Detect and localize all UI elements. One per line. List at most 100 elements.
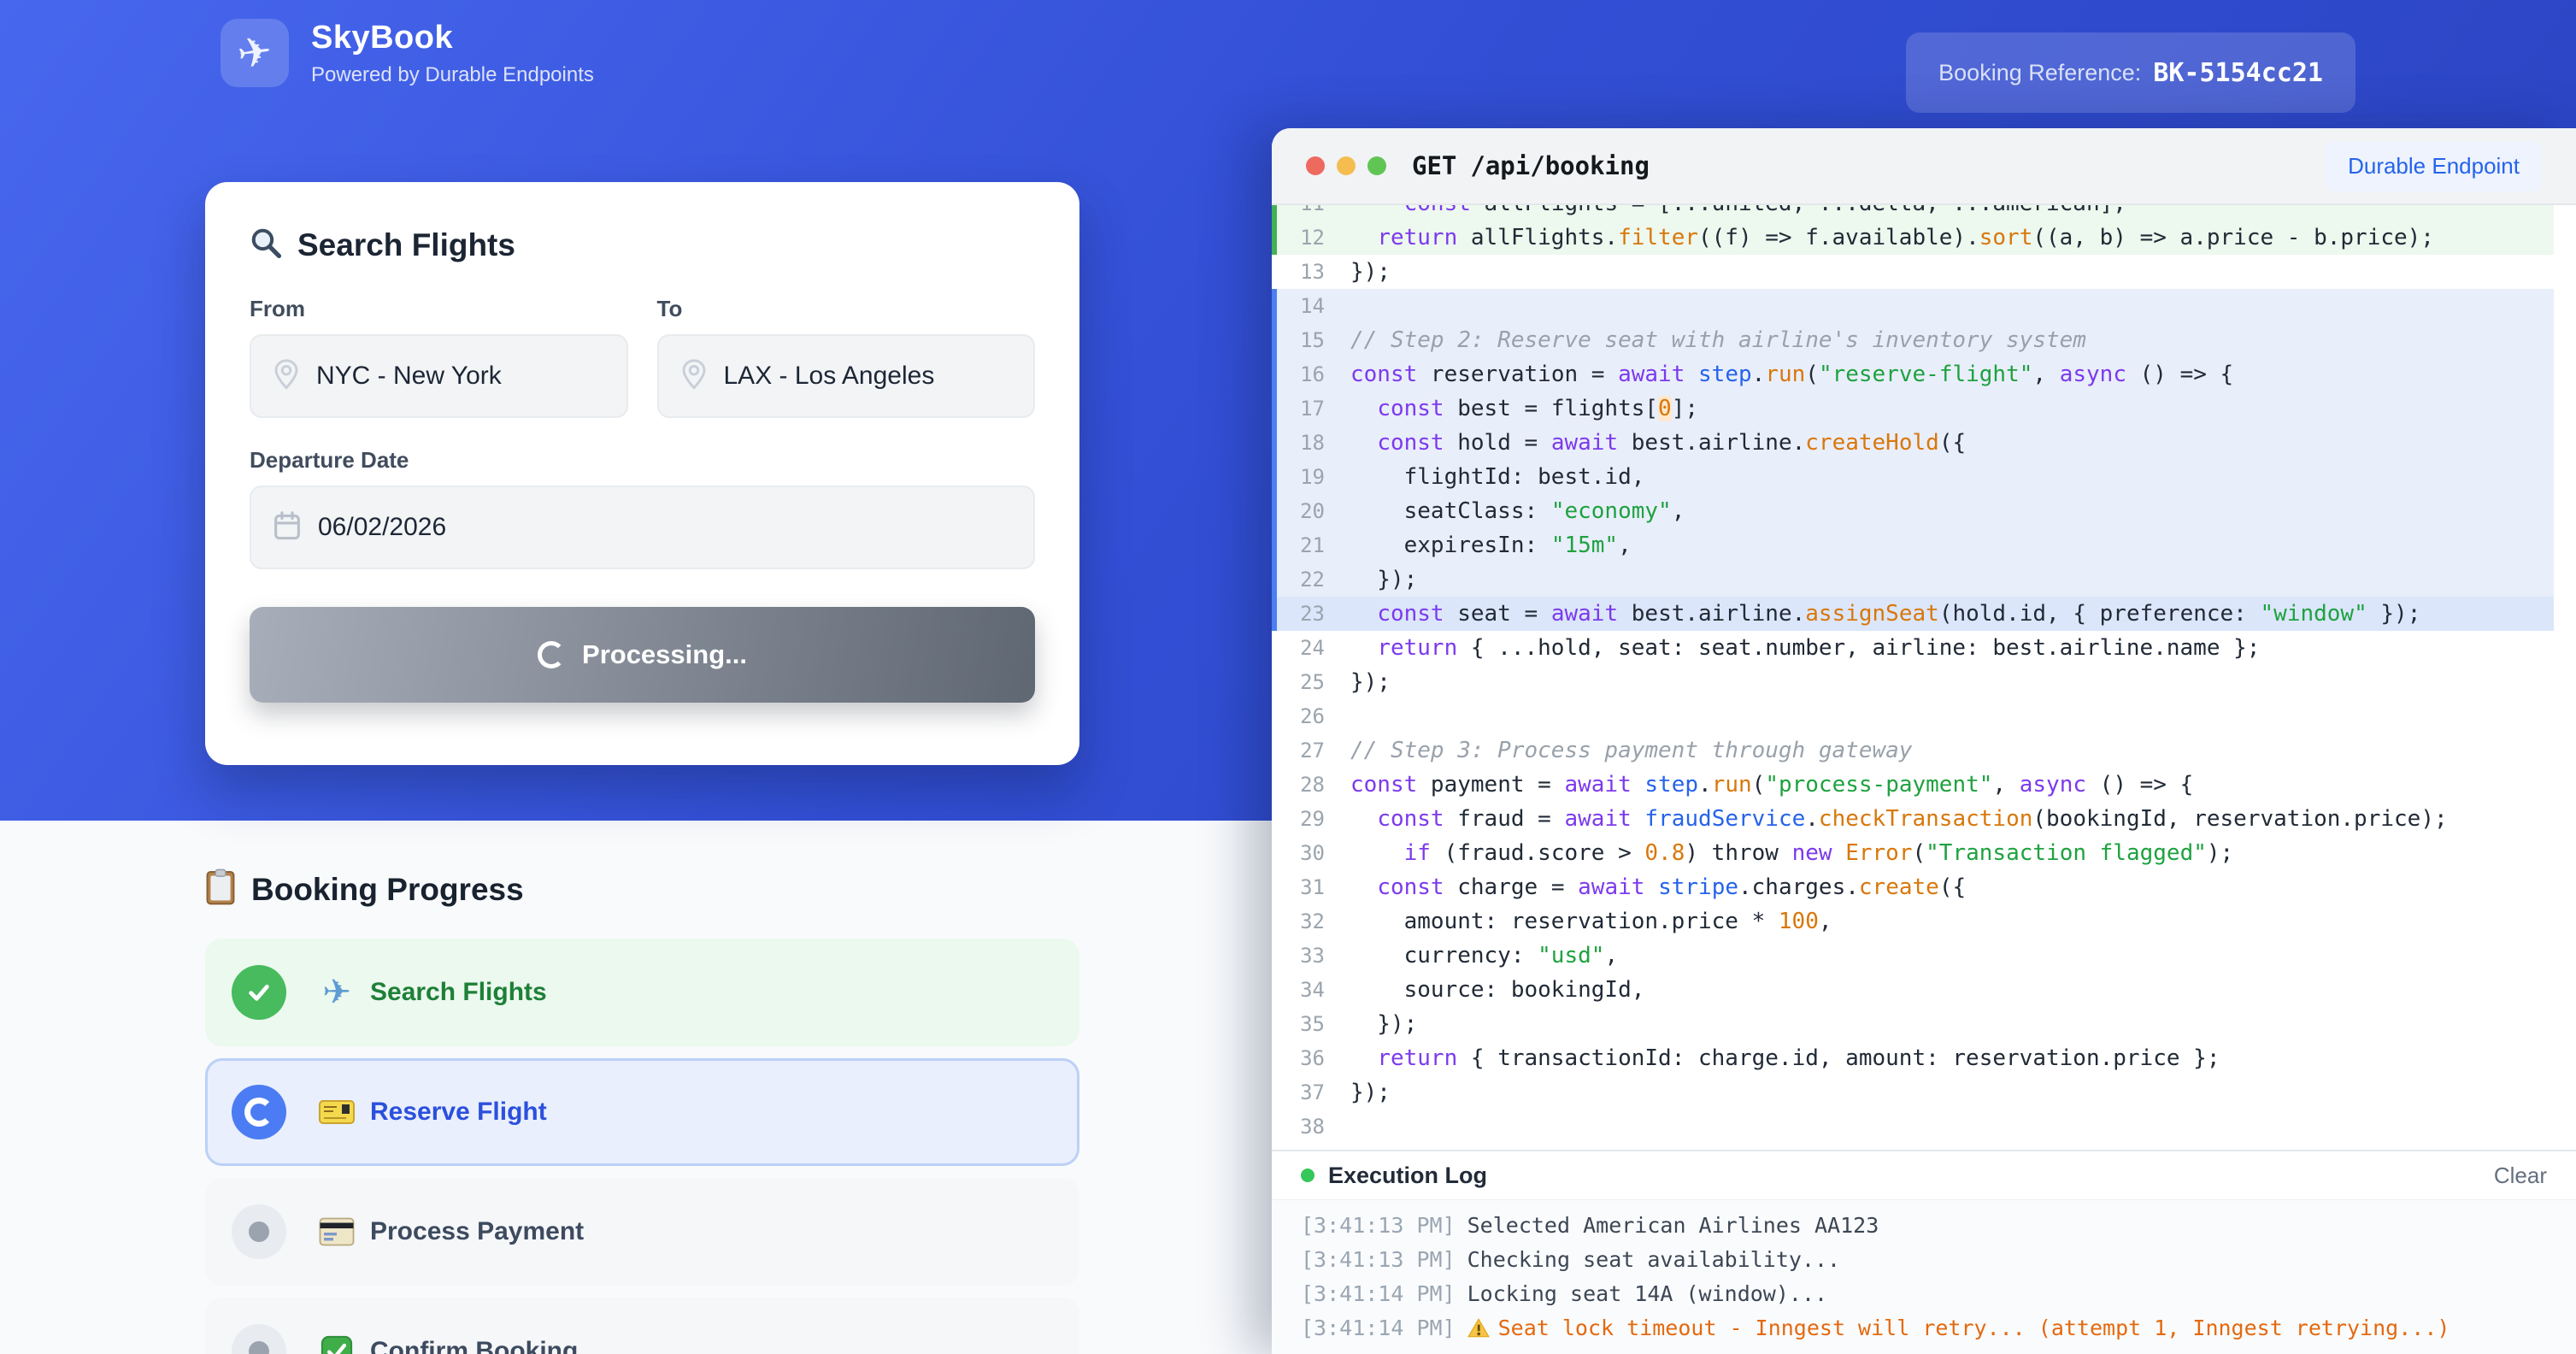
code-line: 30 if (fraud.score > 0.8) throw new Erro… <box>1272 836 2554 870</box>
departure-date-input[interactable]: 06/02/2026 <box>250 486 1035 569</box>
to-field: To LAX - Los Angeles <box>657 296 1036 418</box>
code-lines: 11 const allFlights = [...united, ...del… <box>1272 205 2576 1150</box>
code-line: 28const payment = await step.run("proces… <box>1272 768 2554 802</box>
ticket-icon <box>317 1097 356 1127</box>
app-tagline: Powered by Durable Endpoints <box>311 63 594 87</box>
step-active-spinner-icon <box>232 1085 286 1139</box>
credit-card-icon <box>317 1217 356 1246</box>
code-line: 32 amount: reservation.price * 100, <box>1272 904 2554 939</box>
from-input[interactable]: NYC - New York <box>250 334 628 418</box>
code-line: 37}); <box>1272 1075 2554 1110</box>
code-line: 35 }); <box>1272 1007 2554 1041</box>
clipboard-icon <box>205 868 236 910</box>
window-close-dot <box>1306 156 1325 175</box>
app-header: ✈ SkyBook Powered by Durable Endpoints <box>221 19 594 87</box>
code-line: 17 const best = flights[0]; <box>1272 391 2554 426</box>
code-line: 14 <box>1272 289 2554 323</box>
step-pending-dot-icon <box>232 1324 286 1354</box>
search-flights-card: Search Flights From NYC - New York To <box>205 182 1079 765</box>
durable-endpoint-badge: Durable Endpoint <box>2326 141 2542 191</box>
endpoint-title: GET/api/booking <box>1412 151 1650 180</box>
warning-icon <box>1467 1317 1490 1339</box>
code-line: 27// Step 3: Process payment through gat… <box>1272 733 2554 768</box>
app-logo: ✈ <box>221 19 289 87</box>
http-method: GET <box>1412 151 1456 180</box>
code-line: 13}); <box>1272 255 2554 289</box>
code-editor-panel: GET/api/booking Durable Endpoint 11 cons… <box>1272 128 2576 1354</box>
execution-log-body[interactable]: [3:41:13 PM]Selected American Airlines A… <box>1272 1199 2576 1354</box>
booking-reference-badge: Booking Reference: BK-5154cc21 <box>1906 32 2355 113</box>
to-input[interactable]: LAX - Los Angeles <box>657 334 1036 418</box>
skybook-app: ✈ SkyBook Powered by Durable Endpoints B… <box>0 0 2576 1354</box>
airplane-icon: ✈ <box>234 26 275 79</box>
code-line: 23 const seat = await best.airline.assig… <box>1272 597 2554 631</box>
search-card-title-text: Search Flights <box>297 227 515 263</box>
search-submit-button[interactable]: Processing... <box>250 607 1035 703</box>
departure-date-label: Departure Date <box>250 447 1035 474</box>
code-line: 26 <box>1272 699 2554 733</box>
code-line: 34 source: bookingId, <box>1272 973 2554 1007</box>
booking-progress-title: Booking Progress <box>205 868 524 910</box>
step-pending-dot-icon <box>232 1204 286 1259</box>
search-submit-label: Processing... <box>582 639 747 670</box>
step-label: Search Flights <box>370 978 547 1007</box>
window-maximize-dot <box>1367 156 1386 175</box>
progress-step-process-payment: Process Payment <box>205 1178 1079 1286</box>
airplane-icon: ✈ <box>317 973 356 1012</box>
step-label: Reserve Flight <box>370 1098 547 1127</box>
code-line: 19 flightId: best.id, <box>1272 460 2554 494</box>
from-field: From NYC - New York <box>250 296 628 418</box>
progress-step-reserve-flight: Reserve Flight <box>205 1058 1079 1166</box>
log-entry: [3:41:13 PM]Selected American Airlines A… <box>1301 1209 2576 1243</box>
code-editor-header: GET/api/booking Durable Endpoint <box>1272 128 2576 205</box>
location-pin-icon <box>681 359 707 394</box>
endpoint-path: /api/booking <box>1470 151 1650 180</box>
code-line: 25}); <box>1272 665 2554 699</box>
progress-step-search-flights: ✈ Search Flights <box>205 939 1079 1046</box>
code-line: 15// Step 2: Reserve seat with airline's… <box>1272 323 2554 357</box>
calendar-icon <box>273 511 301 545</box>
code-line: 18 const hold = await best.airline.creat… <box>1272 426 2554 460</box>
to-value: LAX - Los Angeles <box>724 362 935 391</box>
code-line: 36 return { transactionId: charge.id, am… <box>1272 1041 2554 1075</box>
clear-log-button[interactable]: Clear <box>2494 1163 2547 1189</box>
window-minimize-dot <box>1337 156 1356 175</box>
execution-log-title: Execution Log <box>1328 1163 1487 1189</box>
spinner-icon <box>538 641 565 668</box>
execution-log-header: Execution Log Clear <box>1272 1150 2576 1199</box>
code-line: 12 return allFlights.filter((f) => f.ava… <box>1272 221 2554 255</box>
code-line: 38 <box>1272 1110 2554 1144</box>
app-title-block: SkyBook Powered by Durable Endpoints <box>311 20 594 87</box>
step-label: Process Payment <box>370 1217 584 1246</box>
code-line: 39const confirmed = await step.run("conf… <box>1272 1144 2554 1150</box>
online-green-dot <box>1301 1169 1314 1182</box>
departure-date-field: Departure Date 06/02/2026 <box>250 447 1035 569</box>
step-label: Confirm Booking <box>370 1337 578 1354</box>
code-line: 16const reservation = await step.run("re… <box>1272 357 2554 391</box>
booking-reference-code: BK-5154cc21 <box>2153 58 2323 88</box>
code-line: 24 return { ...hold, seat: seat.number, … <box>1272 631 2554 665</box>
check-icon <box>317 1335 356 1354</box>
booking-reference-label: Booking Reference: <box>1938 60 2141 86</box>
app-name: SkyBook <box>311 20 594 56</box>
origin-destination-row: From NYC - New York To LAX - Los Angeles <box>250 296 1035 418</box>
log-entry: [3:41:13 PM]Checking seat availability..… <box>1301 1243 2576 1277</box>
code-line: 20 seatClass: "economy", <box>1272 494 2554 528</box>
log-entry: [3:41:14 PM]Seat lock timeout - Inngest … <box>1301 1311 2576 1345</box>
log-entry: [3:41:14 PM]Locking seat 14A (window)... <box>1301 1277 2576 1311</box>
code-line: 29 const fraud = await fraudService.chec… <box>1272 802 2554 836</box>
code-scroll-area[interactable]: 11 const allFlights = [...united, ...del… <box>1272 205 2576 1150</box>
step-completed-check-icon <box>232 965 286 1020</box>
location-pin-icon <box>273 359 299 394</box>
code-line: 31 const charge = await stripe.charges.c… <box>1272 870 2554 904</box>
search-icon <box>250 227 282 263</box>
from-label: From <box>250 296 628 322</box>
code-line: 22 }); <box>1272 562 2554 597</box>
to-label: To <box>657 296 1036 322</box>
code-line: 11 const allFlights = [...united, ...del… <box>1272 205 2554 221</box>
departure-date-value: 06/02/2026 <box>318 513 446 542</box>
from-value: NYC - New York <box>316 362 502 391</box>
booking-progress-title-text: Booking Progress <box>251 872 524 908</box>
code-line: 33 currency: "usd", <box>1272 939 2554 973</box>
search-card-title: Search Flights <box>250 227 1035 263</box>
